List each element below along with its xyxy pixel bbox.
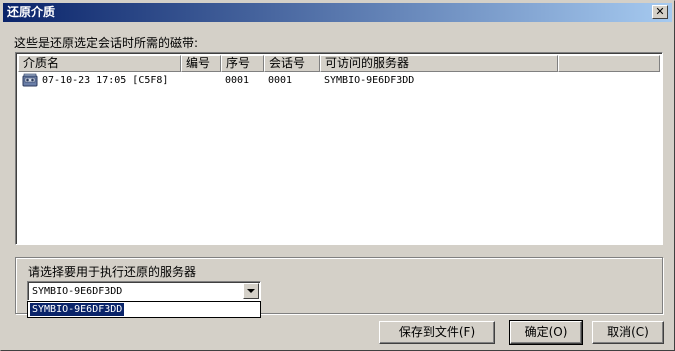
server-group-label: 请选择要用于执行还原的服务器 [28, 265, 197, 279]
server-select-value: SYMBIO-9E6DF3DD [32, 286, 123, 297]
column-header-sequence[interactable]: 序号 [221, 55, 264, 72]
cancel-button[interactable]: 取消(C) [592, 321, 664, 344]
title-bar[interactable]: 还原介质 ✕ [3, 3, 672, 22]
cell-server: SYMBIO-9E6DF3DD [324, 75, 415, 86]
media-list[interactable]: 介质名 编号 序号 会话号 可访问的服务器 07-10-23 17:05 [C5… [15, 52, 663, 245]
close-button[interactable]: ✕ [652, 5, 668, 19]
tape-icon [22, 73, 38, 87]
column-header-session[interactable]: 会话号 [264, 55, 320, 72]
dropdown-button[interactable] [243, 283, 259, 299]
column-header-media-name[interactable]: 介质名 [18, 55, 181, 72]
list-header: 介质名 编号 序号 会话号 可访问的服务器 [18, 55, 660, 72]
server-dropdown-list: SYMBIO-9E6DF3DD [27, 301, 261, 318]
cell-session: 0001 [268, 75, 293, 86]
prompt-text: 这些是还原选定会话时所需的磁带: [14, 36, 199, 50]
dropdown-option[interactable]: SYMBIO-9E6DF3DD [28, 302, 126, 317]
chevron-down-icon [247, 289, 255, 293]
column-header-number[interactable]: 编号 [181, 55, 221, 72]
column-header-filler [558, 55, 660, 72]
close-icon: ✕ [655, 5, 665, 18]
table-row[interactable]: 07-10-23 17:05 [C5F8] 0001 0001 SYMBIO-9… [18, 72, 660, 89]
column-header-server[interactable]: 可访问的服务器 [320, 55, 558, 72]
ok-button[interactable]: 确定(O) [509, 320, 583, 345]
cell-media-name: 07-10-23 17:05 [C5F8] [42, 75, 169, 86]
window-title: 还原介质 [7, 5, 56, 19]
save-to-file-button[interactable]: 保存到文件(F) [379, 321, 495, 344]
restore-media-dialog: 还原介质 ✕ 这些是还原选定会话时所需的磁带: 介质名 编号 序号 会话号 可访… [0, 0, 675, 351]
cell-sequence: 0001 [225, 75, 250, 86]
server-select[interactable]: SYMBIO-9E6DF3DD [27, 281, 261, 301]
